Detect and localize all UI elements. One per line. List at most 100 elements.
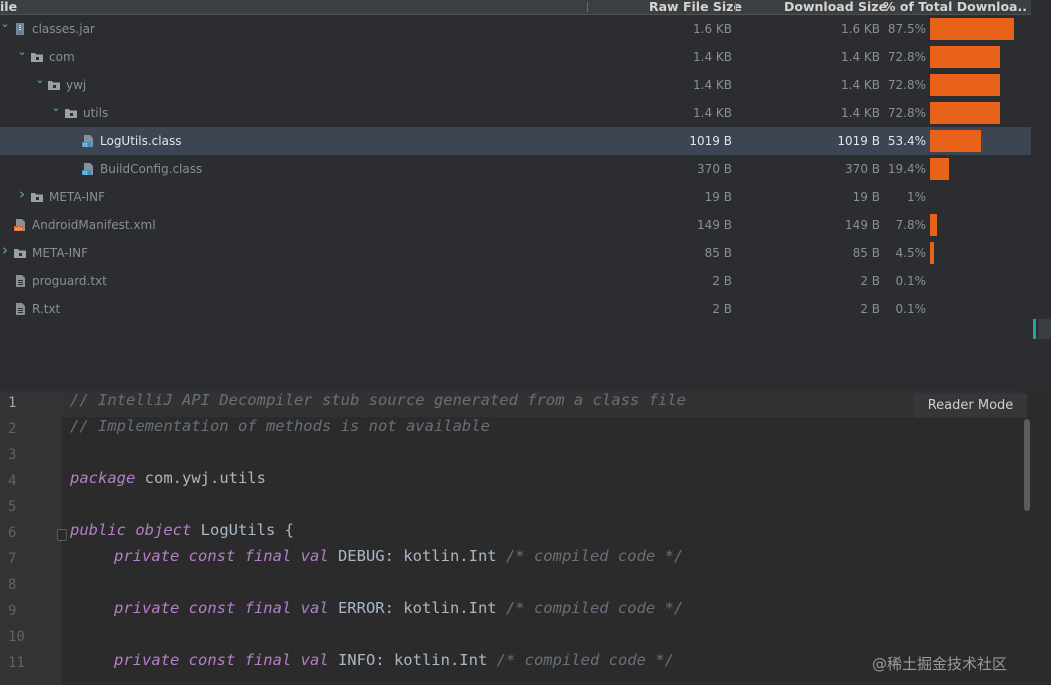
table-row[interactable]: › META-INF 19 B 19 B 1%	[0, 183, 1031, 211]
table-row[interactable]: ⌄ classes.jar 1.6 KB 1.6 KB 87.5%	[0, 15, 1031, 43]
column-divider[interactable]	[735, 2, 736, 12]
file-name: classes.jar	[32, 22, 95, 36]
panel-splitter-handle[interactable]	[1033, 319, 1036, 339]
text-file-icon	[14, 274, 26, 288]
size-bar	[930, 214, 938, 236]
download-size: 2 B	[860, 274, 880, 288]
size-bar	[930, 102, 1000, 124]
table-row[interactable]: 01 BuildConfig.class 370 B 370 B 19.4%	[0, 155, 1031, 183]
class-file-icon: 01	[82, 162, 94, 176]
table-row[interactable]: ⌄ ywj 1.4 KB 1.4 KB 72.8%	[0, 71, 1031, 99]
code-line-11: private const final val INFO: kotlin.Int…	[114, 651, 674, 669]
table-row[interactable]: proguard.txt 2 B 2 B 0.1%	[0, 267, 1031, 295]
download-size: 1.4 KB	[841, 106, 880, 120]
download-size: 1.6 KB	[841, 22, 880, 36]
line-number: 8	[8, 577, 17, 593]
file-name: com	[49, 50, 75, 64]
text-file-icon	[14, 302, 26, 316]
line-number: 9	[8, 603, 17, 619]
reader-mode-button[interactable]: Reader Mode	[914, 394, 1027, 418]
file-name: R.txt	[32, 302, 61, 316]
svg-text:01: 01	[83, 142, 89, 147]
table-row[interactable]: </> AndroidManifest.xml 149 B 149 B 7.8%	[0, 211, 1031, 239]
watermark-text: @稀土掘金技术社区	[872, 655, 1008, 673]
line-number: 3	[8, 447, 17, 463]
svg-text:</>: </>	[15, 226, 23, 231]
raw-size: 370 B	[697, 162, 732, 176]
raw-size: 1.4 KB	[693, 50, 732, 64]
file-name: LogUtils.class	[100, 134, 182, 148]
file-name: META-INF	[49, 190, 106, 204]
file-name: proguard.txt	[32, 274, 107, 288]
editor-scrollbar-thumb[interactable]	[1024, 419, 1030, 511]
download-size: 1.4 KB	[841, 78, 880, 92]
column-header-raw-size[interactable]: Raw File Size	[649, 0, 742, 14]
panel-scrollbar[interactable]	[1038, 319, 1051, 339]
column-header-file[interactable]: ile	[0, 0, 17, 14]
raw-size: 2 B	[712, 302, 732, 316]
size-bar	[930, 130, 982, 152]
file-name: BuildConfig.class	[100, 162, 203, 176]
chevron-right-icon[interactable]: ›	[0, 243, 10, 258]
class-file-icon: 01	[82, 134, 94, 148]
chevron-down-icon[interactable]: ⌄	[17, 46, 27, 58]
line-number: 11	[8, 655, 25, 671]
fold-toggle-icon[interactable]	[57, 529, 67, 541]
size-bar	[930, 46, 1000, 68]
xml-file-icon: </>	[14, 218, 26, 232]
download-size: 2 B	[860, 302, 880, 316]
chevron-down-icon[interactable]: ⌄	[35, 74, 45, 86]
line-number: 5	[8, 499, 17, 515]
line-number: 1	[8, 395, 17, 411]
line-number: 6	[8, 525, 17, 541]
chevron-down-icon[interactable]: ⌄	[51, 102, 61, 114]
raw-size: 1.6 KB	[693, 22, 732, 36]
size-bar	[930, 18, 1014, 40]
line-number: 7	[8, 551, 17, 567]
code-line-1: // IntelliJ API Decompiler stub source g…	[70, 391, 686, 409]
folder-icon	[31, 190, 43, 204]
chevron-down-icon[interactable]: ⌄	[0, 18, 10, 30]
percent-value: 0.1%	[895, 302, 927, 316]
column-header-percent[interactable]: % of Total Downloa...	[883, 0, 1028, 14]
file-name: META-INF	[32, 246, 89, 260]
svg-text:01: 01	[83, 170, 89, 175]
code-line-9: private const final val ERROR: kotlin.In…	[114, 599, 684, 617]
percent-value: 87.5%	[887, 22, 926, 36]
table-row[interactable]: › META-INF 85 B 85 B 4.5%	[0, 239, 1031, 267]
code-line-4: package com.ywj.utils	[70, 469, 266, 487]
code-editor[interactable]: 1 2 3 4 5 6 7 8 9 10 11 // IntelliJ API Decompiler…	[0, 391, 1051, 685]
raw-size: 1.4 KB	[693, 106, 732, 120]
file-name: ywj	[66, 78, 87, 92]
column-header-download-size[interactable]: Download Size	[784, 0, 887, 14]
chevron-right-icon[interactable]: ›	[17, 187, 27, 202]
table-row[interactable]: ⌄ com 1.4 KB 1.4 KB 72.8%	[0, 43, 1031, 71]
raw-size: 2 B	[712, 274, 732, 288]
raw-size: 149 B	[697, 218, 732, 232]
line-number: 4	[8, 473, 17, 489]
file-name: utils	[83, 106, 109, 120]
column-divider[interactable]	[587, 2, 588, 12]
percent-value: 53.4%	[887, 134, 926, 148]
jar-icon	[14, 22, 26, 36]
code-line-7: private const final val DEBUG: kotlin.In…	[114, 547, 684, 565]
table-row[interactable]: R.txt 2 B 2 B 0.1%	[0, 295, 1031, 323]
table-header: ile Raw File Size Download Size % of Tot…	[0, 0, 1031, 15]
download-size: 85 B	[852, 246, 880, 260]
percent-value: 72.8%	[887, 78, 926, 92]
percent-value: 72.8%	[887, 50, 926, 64]
raw-size: 1019 B	[689, 134, 732, 148]
size-bar	[930, 242, 935, 264]
raw-size: 19 B	[704, 190, 732, 204]
line-number: 2	[8, 421, 17, 437]
percent-value: 1%	[906, 190, 926, 204]
table-row[interactable]: 01 LogUtils.class 1019 B 1019 B 53.4%	[0, 127, 1031, 155]
download-size: 1.4 KB	[841, 50, 880, 64]
file-name: AndroidManifest.xml	[32, 218, 156, 232]
folder-icon	[31, 50, 43, 64]
table-row[interactable]: ⌄ utils 1.4 KB 1.4 KB 72.8%	[0, 99, 1031, 127]
size-bar	[930, 74, 1000, 96]
percent-value: 7.8%	[895, 218, 927, 232]
download-size: 19 B	[852, 190, 880, 204]
line-number-gutter: 1 2 3 4 5 6 7 8 9 10 11	[0, 391, 62, 685]
